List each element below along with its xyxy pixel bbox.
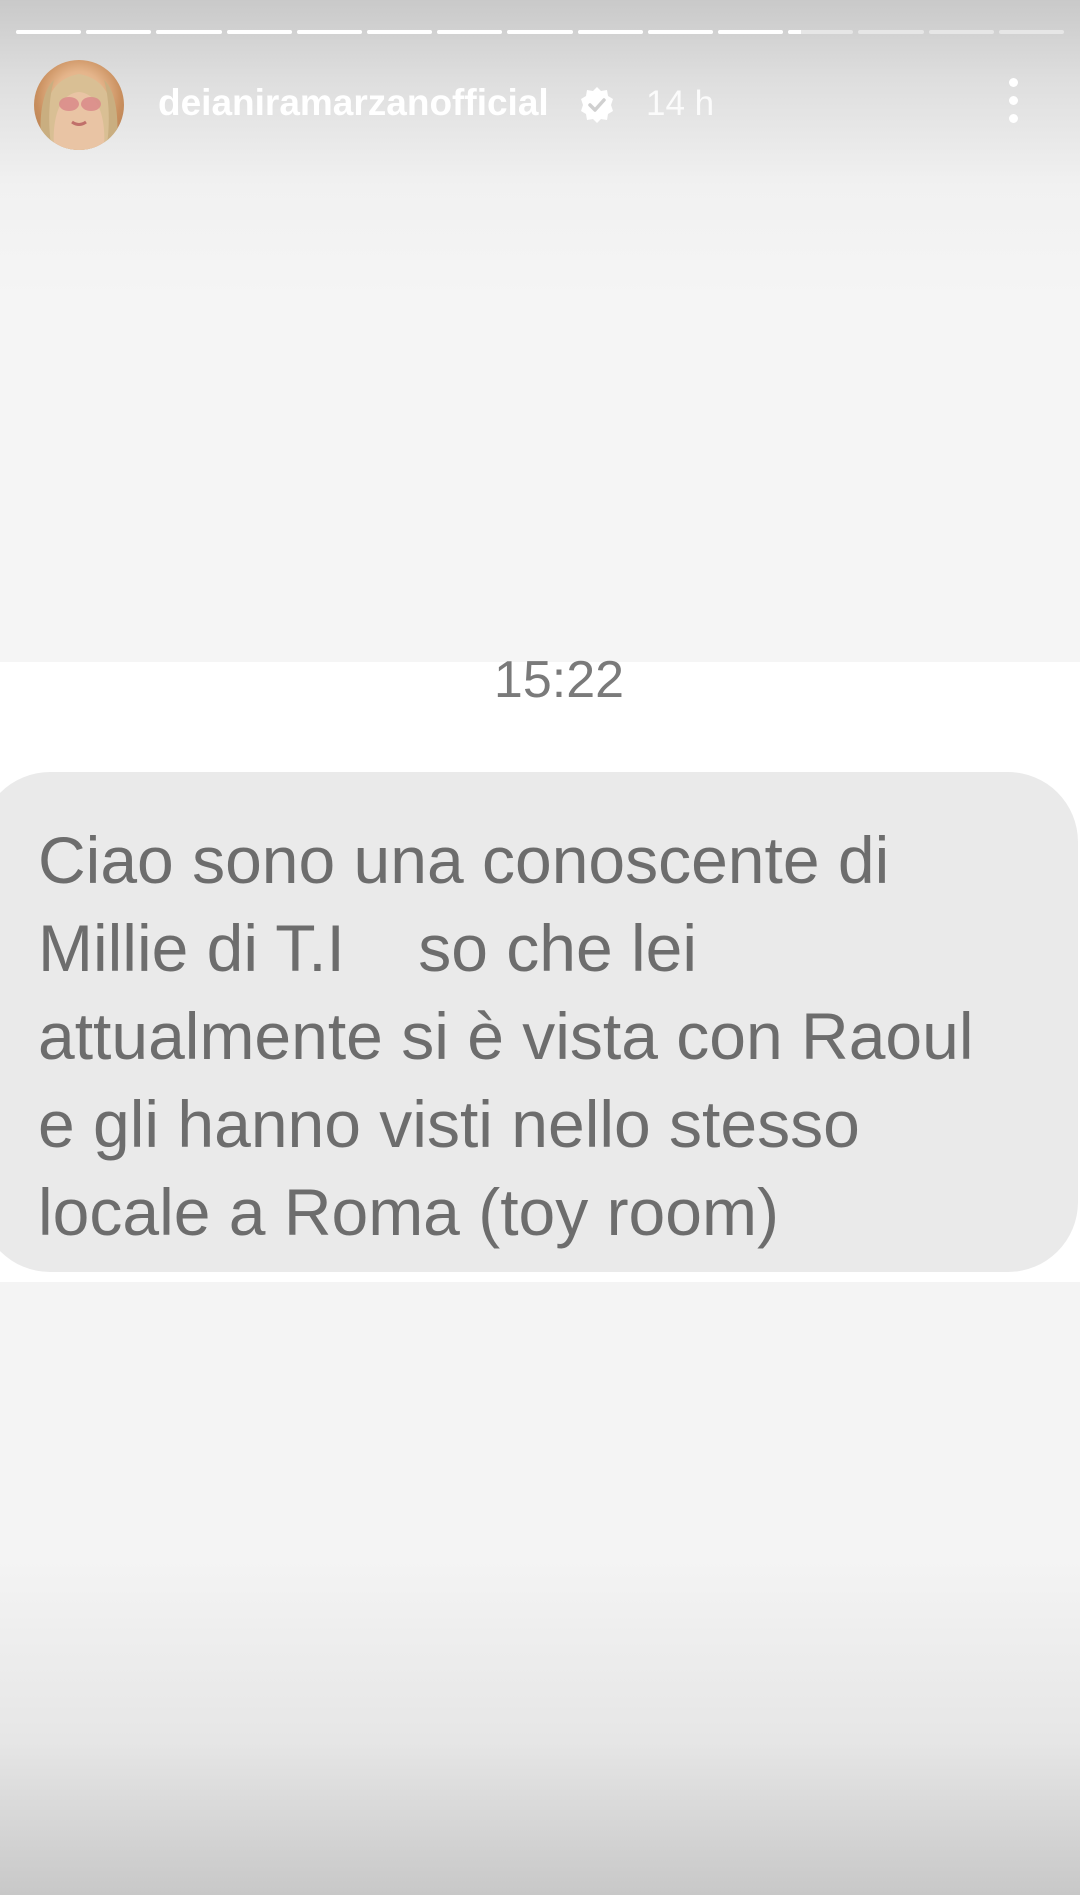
story-viewer[interactable]: deianiramarzanofficial 14 h 15:22 Ciao s… — [0, 0, 1080, 1895]
story-progress-fill — [367, 30, 433, 34]
story-progress-segment — [156, 30, 222, 34]
story-progress-fill — [156, 30, 222, 34]
story-progress-fill — [16, 30, 82, 34]
story-progress-fill — [647, 30, 714, 34]
story-header: deianiramarzanofficial 14 h — [0, 58, 1080, 154]
story-progress-fill — [577, 30, 643, 34]
story-progress-segment — [577, 30, 643, 34]
story-background-bottom — [0, 1282, 1080, 1895]
story-progress-fill — [226, 30, 292, 34]
story-progress-fill — [718, 30, 784, 34]
story-progress-fill — [296, 30, 363, 34]
story-progress-segment — [998, 30, 1065, 34]
story-progress-segment — [647, 30, 714, 34]
story-progress-fill — [507, 30, 573, 34]
message-bubble: Ciao sono una conoscente di Millie di T.… — [0, 772, 1078, 1272]
story-progress-segment — [718, 30, 784, 34]
avatar[interactable] — [34, 60, 124, 150]
story-progress-segment — [367, 30, 433, 34]
story-time-ago: 14 h — [646, 84, 715, 123]
story-progress-segment — [296, 30, 363, 34]
message-text: Ciao sono una conoscente di Millie di T.… — [38, 823, 974, 1249]
story-progress-fill — [788, 30, 802, 34]
story-progress-segment — [86, 30, 152, 34]
message-timestamp: 15:22 — [493, 651, 625, 709]
story-progress-fill — [86, 30, 152, 34]
story-progress-fill — [437, 30, 503, 34]
story-progress-segment — [437, 30, 503, 34]
story-progress-segment — [226, 30, 292, 34]
story-progress-segment — [788, 30, 854, 34]
story-progress-segment — [507, 30, 573, 34]
more-vertical-icon[interactable] — [998, 78, 1028, 128]
story-progress-segment — [858, 30, 924, 34]
username[interactable]: deianiramarzanofficial — [158, 82, 549, 124]
story-progress-segment — [16, 30, 82, 34]
verified-badge-icon — [578, 86, 616, 124]
story-progress-segment — [928, 30, 994, 34]
story-progress-bar — [16, 30, 1065, 34]
